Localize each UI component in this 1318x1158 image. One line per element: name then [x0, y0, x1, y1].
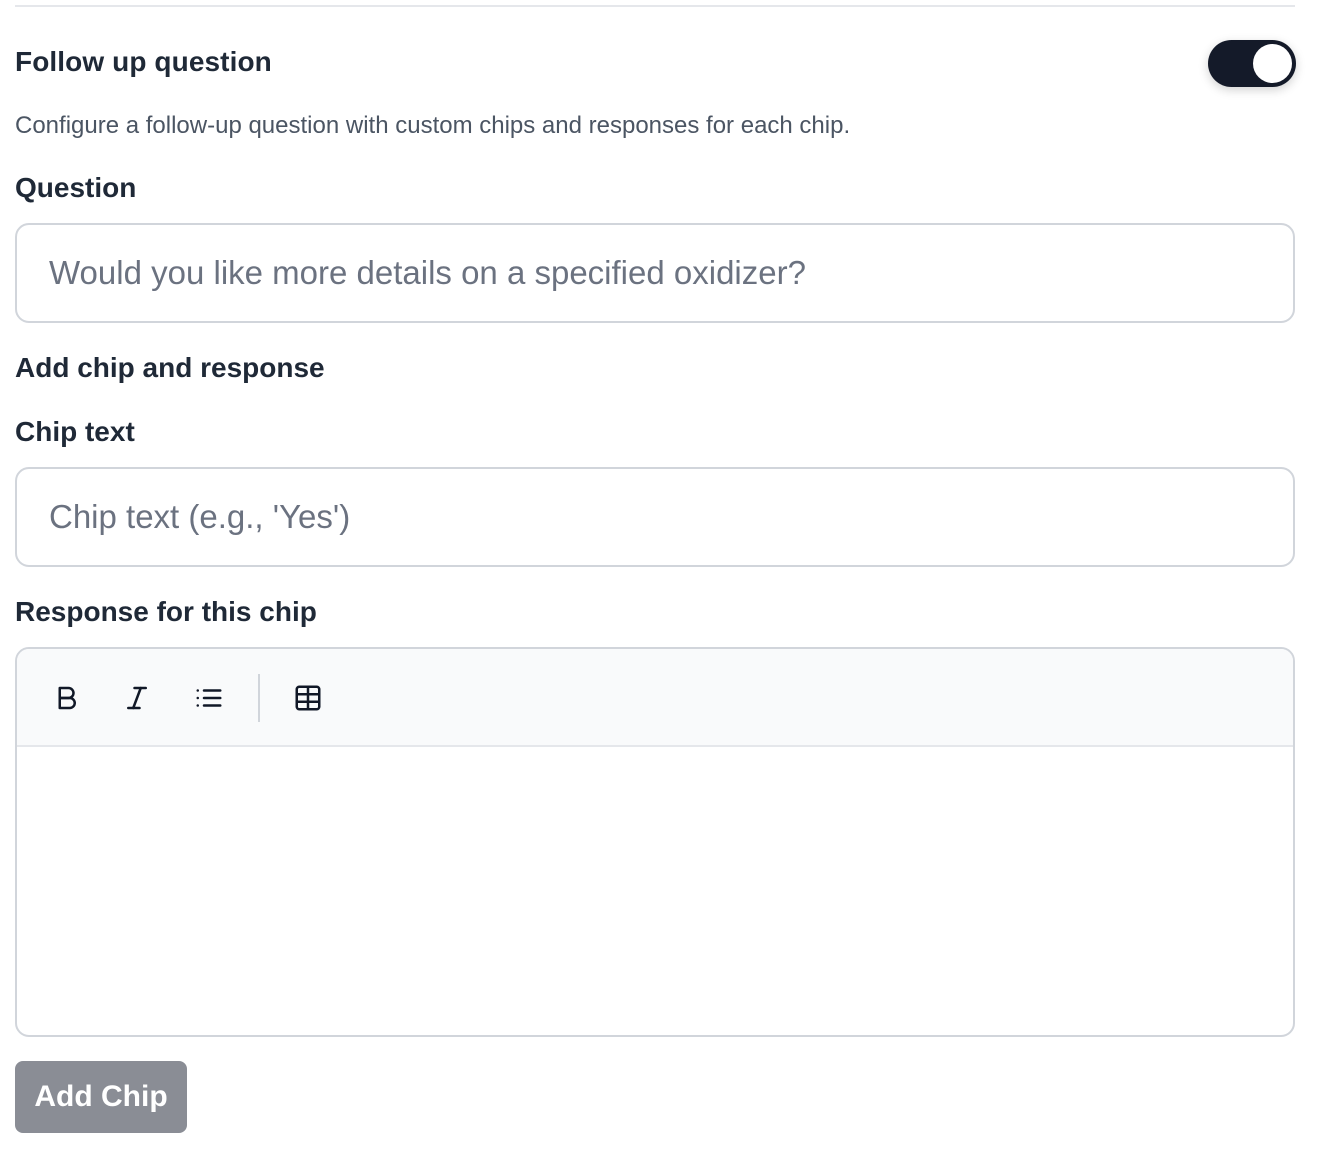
top-divider — [15, 5, 1295, 7]
question-input[interactable] — [15, 223, 1295, 323]
chip-text-label: Chip text — [15, 416, 135, 447]
bullet-list-button[interactable] — [184, 673, 234, 723]
response-label: Response for this chip — [15, 596, 317, 627]
follow-up-description: Configure a follow-up question with cust… — [15, 112, 851, 139]
bullet-list-icon — [196, 689, 222, 707]
add-chip-button[interactable]: Add Chip — [15, 1061, 187, 1133]
bold-icon — [58, 686, 76, 710]
toolbar-separator — [258, 674, 260, 722]
follow-up-header: Follow up question — [15, 40, 1296, 88]
table-button[interactable] — [283, 673, 333, 723]
italic-icon — [127, 686, 147, 710]
follow-up-title: Follow up question — [15, 46, 272, 77]
editor-toolbar — [17, 649, 1293, 747]
response-editor — [15, 647, 1295, 1037]
question-label: Question — [15, 172, 137, 203]
italic-button[interactable] — [112, 673, 162, 723]
toggle-knob — [1253, 44, 1292, 83]
chip-text-input[interactable] — [15, 467, 1295, 567]
bold-button[interactable] — [41, 673, 91, 723]
table-icon — [295, 685, 321, 711]
add-chip-section-title: Add chip and response — [15, 352, 325, 383]
response-editor-content[interactable] — [17, 747, 1293, 1035]
follow-up-toggle[interactable] — [1208, 40, 1296, 87]
